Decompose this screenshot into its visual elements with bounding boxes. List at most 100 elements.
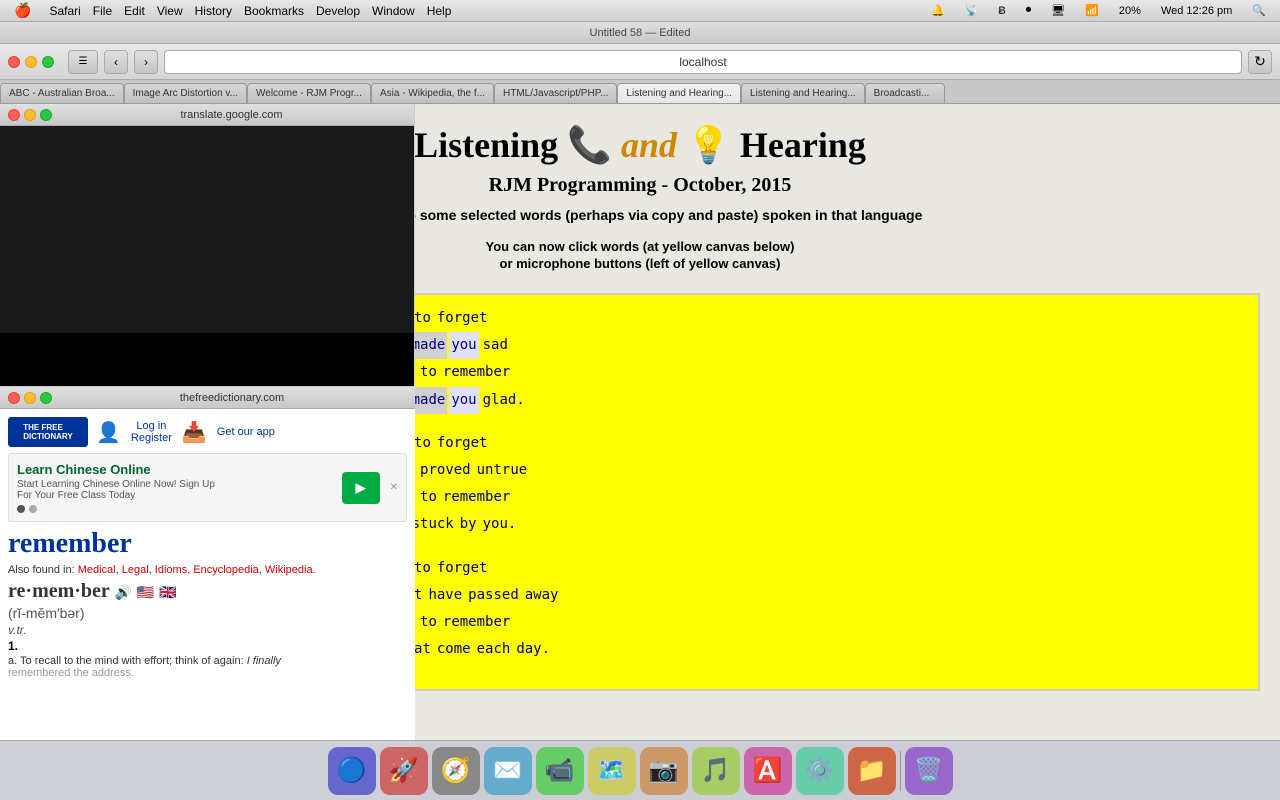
poem-line-1-3: But never forget to remember [282, 359, 1248, 386]
dock-icon-settings[interactable]: ⚙️ [796, 747, 844, 795]
close-button[interactable] [8, 56, 20, 68]
tab-1[interactable]: Image Arc Distortion v... [124, 83, 247, 103]
also-found-legal[interactable]: Legal [122, 564, 149, 576]
minimize-button[interactable] [25, 56, 37, 68]
dock-icon-photos[interactable]: 📷 [640, 747, 688, 795]
dock-icon-finder[interactable]: 🔵 [328, 747, 376, 795]
menu-safari[interactable]: Safari [49, 4, 80, 18]
dock-icon-mail[interactable]: ✉️ [484, 747, 532, 795]
tab-6[interactable]: Listening and Hearing... [741, 83, 865, 103]
word-come-1[interactable]: come [435, 636, 473, 663]
dict-close[interactable] [8, 392, 20, 404]
tab-4[interactable]: HTML/Javascript/PHP... [494, 83, 617, 103]
word-remember-2[interactable]: remember [441, 359, 512, 386]
menu-view[interactable]: View [157, 4, 183, 18]
word-passed-1[interactable]: passed [466, 582, 521, 609]
word-have-2[interactable]: have [426, 582, 464, 609]
apple-menu[interactable]: 🍎 [14, 2, 31, 19]
dock-icon-maps[interactable]: 🗺️ [588, 747, 636, 795]
translate-minimize[interactable] [24, 109, 36, 121]
word-by-1[interactable]: by [458, 511, 479, 538]
menu-develop[interactable]: Develop [316, 4, 360, 18]
dict-pos: v.tr. [8, 623, 407, 637]
sidebar-toggle[interactable]: ☰ [68, 50, 98, 74]
dict-login-btn[interactable]: Log in [136, 420, 166, 432]
dict-minimize[interactable] [24, 392, 36, 404]
phonetic-speaker-icon[interactable]: 🔊 [114, 586, 131, 601]
tab-5[interactable]: Listening and Hearing... [617, 83, 741, 103]
url-bar[interactable]: localhost [164, 50, 1242, 74]
ad-cta-button[interactable]: ▶ [342, 472, 380, 504]
word-sad-1[interactable]: sad [481, 332, 510, 359]
word-remember-4[interactable]: remember [441, 484, 512, 511]
word-to-3[interactable]: to [412, 430, 433, 457]
word-to-5[interactable]: to [412, 555, 433, 582]
word-away-1[interactable]: away [523, 582, 561, 609]
menu-help[interactable]: Help [427, 4, 452, 18]
word-each-1[interactable]: each [475, 636, 513, 663]
tab-3[interactable]: Asia - Wikipedia, the f... [371, 83, 494, 103]
dock-icon-filezilla[interactable]: 📁 [848, 747, 896, 795]
menu-window[interactable]: Window [372, 4, 415, 18]
title-and: and [621, 125, 677, 165]
word-to-4[interactable]: to [418, 484, 439, 511]
ad-dot-2[interactable] [29, 505, 37, 513]
word-you-2[interactable]: you [449, 387, 478, 414]
poem-line-2-3: But never forget to remember [282, 484, 1248, 511]
dock-icon-safari[interactable]: 🧭 [432, 747, 480, 795]
dict-word-phonetic: re·mem·ber 🔊 🇺🇸 🇬🇧 [8, 580, 407, 603]
bitcoin-icon: Ƀ [998, 5, 1005, 17]
poem-line-1-2: The things that made you sad [282, 332, 1248, 359]
dock-icon-itunes[interactable]: 🎵 [692, 747, 740, 795]
menu-edit[interactable]: Edit [124, 4, 145, 18]
browser-window: Untitled 58 — Edited ☰ ‹ › localhost ↻ A… [0, 22, 1280, 800]
dock-icon-launchpad[interactable]: 🚀 [380, 747, 428, 795]
dictionary-panel: thefreedictionary.com THE FREEDICTIONARY… [0, 386, 415, 800]
word-you-3[interactable]: you. [481, 511, 519, 538]
word-stuck-1[interactable]: stuck [410, 511, 456, 538]
translate-maximize[interactable] [40, 109, 52, 121]
menu-history[interactable]: History [195, 4, 232, 18]
word-forget-1[interactable]: forget [435, 305, 490, 332]
word-you-1[interactable]: you [449, 332, 478, 359]
dict-register-btn[interactable]: Register [131, 432, 172, 444]
word-untrue-1[interactable]: untrue [475, 457, 530, 484]
word-to-6[interactable]: to [418, 609, 439, 636]
menu-bookmarks[interactable]: Bookmarks [244, 4, 304, 18]
tab-0[interactable]: ABC - Australian Broa... [0, 83, 124, 103]
word-forget-5[interactable]: forget [435, 555, 490, 582]
maximize-button[interactable] [42, 56, 54, 68]
word-to-2[interactable]: to [418, 359, 439, 386]
also-found-idioms[interactable]: Idioms [155, 564, 187, 576]
word-made-1[interactable]: made [410, 332, 448, 359]
dock-icon-facetime[interactable]: 📹 [536, 747, 584, 795]
back-button[interactable]: ‹ [104, 50, 128, 74]
search-icon[interactable]: 🔍 [1252, 4, 1266, 17]
tab-7[interactable]: Broadcasti... [865, 83, 945, 103]
poem-line-2-1: Always remember to forget [282, 430, 1248, 457]
ad-dot-1[interactable] [17, 505, 25, 513]
also-found-medical[interactable]: Medical [78, 564, 116, 576]
word-remember-6[interactable]: remember [441, 609, 512, 636]
translate-close[interactable] [8, 109, 20, 121]
word-proved-1[interactable]: proved [418, 457, 473, 484]
word-forget-3[interactable]: forget [435, 430, 490, 457]
ad-close-button[interactable]: ✕ [390, 482, 398, 493]
also-found-wikipedia[interactable]: Wikipedia. [265, 564, 316, 576]
menu-file[interactable]: File [93, 4, 112, 18]
tab-2[interactable]: Welcome - RJM Progr... [247, 83, 371, 103]
also-found-encyclopedia[interactable]: Encyclopedia [193, 564, 258, 576]
word-day-1[interactable]: day. [514, 636, 552, 663]
poem-line-3-3: But never forget to remember [282, 609, 1248, 636]
word-to-1[interactable]: to [412, 305, 433, 332]
mac-menubar: 🍎 Safari File Edit View History Bookmark… [0, 0, 1280, 22]
dict-maximize[interactable] [40, 392, 52, 404]
word-made-2[interactable]: made [410, 387, 448, 414]
dict-get-app-btn[interactable]: Get our app [217, 426, 275, 438]
dock-icon-trash[interactable]: 🗑️ [905, 747, 953, 795]
reload-button[interactable]: ↻ [1248, 50, 1272, 74]
forward-button[interactable]: › [134, 50, 158, 74]
dock-icon-appstore[interactable]: 🅰️ [744, 747, 792, 795]
word-glad-1[interactable]: glad. [481, 387, 527, 414]
content-area: 👂 Listening 📞 and 💡 Hearing RJM Programm… [0, 104, 1280, 800]
